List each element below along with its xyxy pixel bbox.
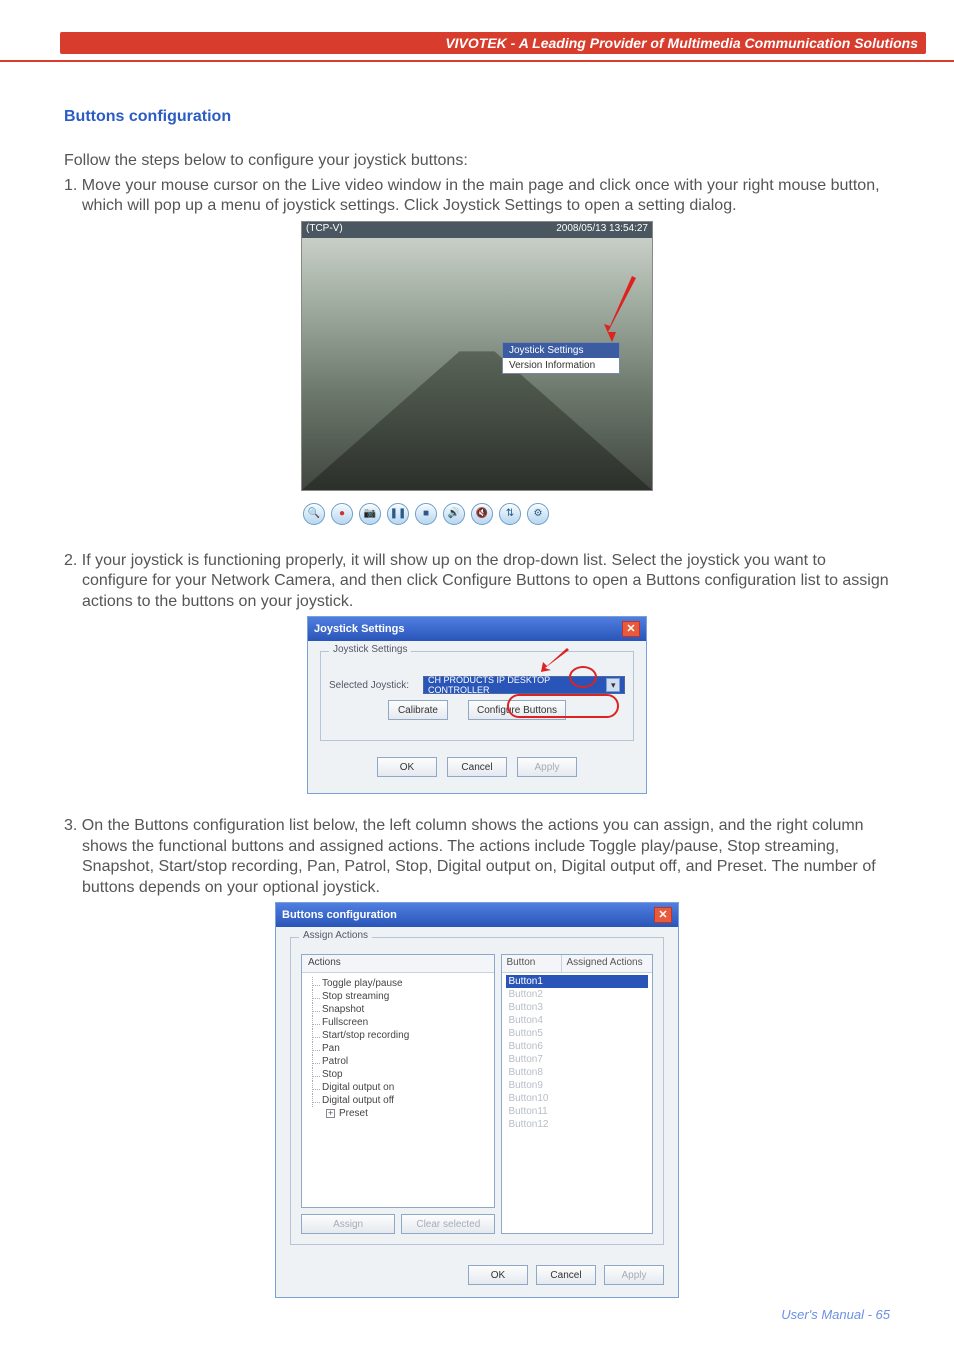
red-arrow-icon xyxy=(539,648,573,674)
menu-item-joystick-settings[interactable]: Joystick Settings xyxy=(503,343,619,358)
selected-joystick-label: Selected Joystick: xyxy=(329,680,419,691)
header-text: VIVOTEK - A Leading Provider of Multimed… xyxy=(60,32,926,54)
live-video-screenshot: (TCP-V) 2008/05/13 13:54:27 Joystick Set… xyxy=(301,221,653,491)
button-row[interactable]: Button8 xyxy=(506,1066,648,1079)
record-icon[interactable]: ● xyxy=(331,503,353,525)
button-row[interactable]: Button7 xyxy=(506,1053,648,1066)
plus-icon[interactable]: + xyxy=(326,1109,335,1118)
button-row[interactable]: Button6 xyxy=(506,1040,648,1053)
action-item[interactable]: Start/stop recording xyxy=(308,1029,488,1042)
fieldset3-legend: Assign Actions xyxy=(299,930,372,941)
settings-icon[interactable]: ⚙ xyxy=(527,503,549,525)
action-item[interactable]: Patrol xyxy=(308,1055,488,1068)
callout-ring-configure xyxy=(507,694,619,718)
zoom-icon[interactable]: 🔍 xyxy=(303,503,325,525)
joystick-settings-dialog: Joystick Settings ✕ Joystick Settings Se… xyxy=(307,616,647,794)
buttons-listbox[interactable]: Button Assigned Actions Button1 Button2 … xyxy=(501,954,653,1234)
action-preset-group[interactable]: + Preset xyxy=(308,1107,488,1120)
button-row[interactable]: Button10 xyxy=(506,1092,648,1105)
action-item[interactable]: Digital output on xyxy=(308,1081,488,1094)
mute-icon[interactable]: 🔇 xyxy=(471,503,493,525)
dialog3-footer: OK Cancel Apply xyxy=(276,1255,678,1297)
actions-listbox[interactable]: Actions Toggle play/pause Stop streaming… xyxy=(301,954,495,1208)
button-row[interactable]: Button4 xyxy=(506,1014,648,1027)
page-header: VIVOTEK - A Leading Provider of Multimed… xyxy=(0,0,954,62)
ok-button[interactable]: OK xyxy=(468,1265,528,1285)
control-icon[interactable]: ⇅ xyxy=(499,503,521,525)
action-item[interactable]: Snapshot xyxy=(308,1003,488,1016)
assign-actions-fieldset: Assign Actions Actions Toggle play/pause… xyxy=(290,937,664,1245)
dialog-footer: OK Cancel Apply xyxy=(320,749,634,787)
red-arrow-icon xyxy=(602,274,640,344)
video-overlay-bar: (TCP-V) 2008/05/13 13:54:27 xyxy=(302,222,652,238)
actions-header: Actions xyxy=(302,955,494,973)
assigned-col-header: Assigned Actions xyxy=(562,955,652,972)
dialog3-title-bar: Buttons configuration ✕ xyxy=(276,903,678,927)
action-item[interactable]: Stop xyxy=(308,1068,488,1081)
ok-button[interactable]: OK xyxy=(377,757,437,777)
cancel-button[interactable]: Cancel xyxy=(536,1265,596,1285)
joystick-fieldset: Joystick Settings Selected Joystick: CH … xyxy=(320,651,634,741)
actions-tree: Toggle play/pause Stop streaming Snapsho… xyxy=(302,973,494,1124)
fieldset-legend: Joystick Settings xyxy=(329,644,411,655)
dialog3-title: Buttons configuration xyxy=(282,909,397,921)
menu-item-version-info[interactable]: Version Information xyxy=(503,358,619,373)
button-row[interactable]: Button12 xyxy=(506,1118,648,1131)
step-2: 2. If your joystick is functioning prope… xyxy=(64,551,890,612)
video-toolbar: 🔍 ● 📷 ❚❚ ■ 🔊 🔇 ⇅ ⚙ xyxy=(301,499,653,529)
cancel-button[interactable]: Cancel xyxy=(447,757,507,777)
video-tl: (TCP-V) xyxy=(306,223,343,237)
action-item[interactable]: Stop streaming xyxy=(308,990,488,1003)
page-footer: User's Manual - 65 xyxy=(781,1307,890,1322)
button-row[interactable]: Button5 xyxy=(506,1027,648,1040)
button-row[interactable]: Button9 xyxy=(506,1079,648,1092)
button-row[interactable]: Button1 xyxy=(506,975,648,988)
apply-button[interactable]: Apply xyxy=(604,1265,664,1285)
buttons-config-dialog: Buttons configuration ✕ Assign Actions A… xyxy=(275,902,679,1298)
calibrate-button[interactable]: Calibrate xyxy=(388,700,448,720)
section-title: Buttons configuration xyxy=(64,108,890,126)
clear-selected-button[interactable]: Clear selected xyxy=(401,1214,495,1234)
stop-icon[interactable]: ■ xyxy=(415,503,437,525)
chevron-down-icon[interactable]: ▾ xyxy=(606,678,620,692)
intro-text: Follow the steps below to configure your… xyxy=(64,152,890,170)
action-item[interactable]: Pan xyxy=(308,1042,488,1055)
step-1: 1. Move your mouse cursor on the Live vi… xyxy=(64,176,890,217)
button-row[interactable]: Button2 xyxy=(506,988,648,1001)
apply-button[interactable]: Apply xyxy=(517,757,577,777)
button-col-header: Button xyxy=(502,955,562,972)
step-3: 3. On the Buttons configuration list bel… xyxy=(64,816,890,898)
page-content: Buttons configuration Follow the steps b… xyxy=(0,62,954,1298)
video-tr: 2008/05/13 13:54:27 xyxy=(556,223,648,237)
snapshot-icon[interactable]: 📷 xyxy=(359,503,381,525)
pause-icon[interactable]: ❚❚ xyxy=(387,503,409,525)
context-menu: Joystick Settings Version Information xyxy=(502,342,620,374)
button-list: Button1 Button2 Button3 Button4 Button5 … xyxy=(502,973,652,1133)
close-icon[interactable]: ✕ xyxy=(654,907,672,923)
preset-label: Preset xyxy=(339,1108,368,1119)
dialog-title: Joystick Settings xyxy=(314,623,404,635)
dialog-title-bar: Joystick Settings ✕ xyxy=(308,617,646,641)
assign-button[interactable]: Assign xyxy=(301,1214,395,1234)
audio-icon[interactable]: 🔊 xyxy=(443,503,465,525)
action-item[interactable]: Toggle play/pause xyxy=(308,977,488,990)
buttons-header: Button Assigned Actions xyxy=(502,955,652,973)
button-row[interactable]: Button11 xyxy=(506,1105,648,1118)
action-item[interactable]: Digital output off xyxy=(308,1094,488,1107)
button-row[interactable]: Button3 xyxy=(506,1001,648,1014)
action-item[interactable]: Fullscreen xyxy=(308,1016,488,1029)
close-icon[interactable]: ✕ xyxy=(622,621,640,637)
